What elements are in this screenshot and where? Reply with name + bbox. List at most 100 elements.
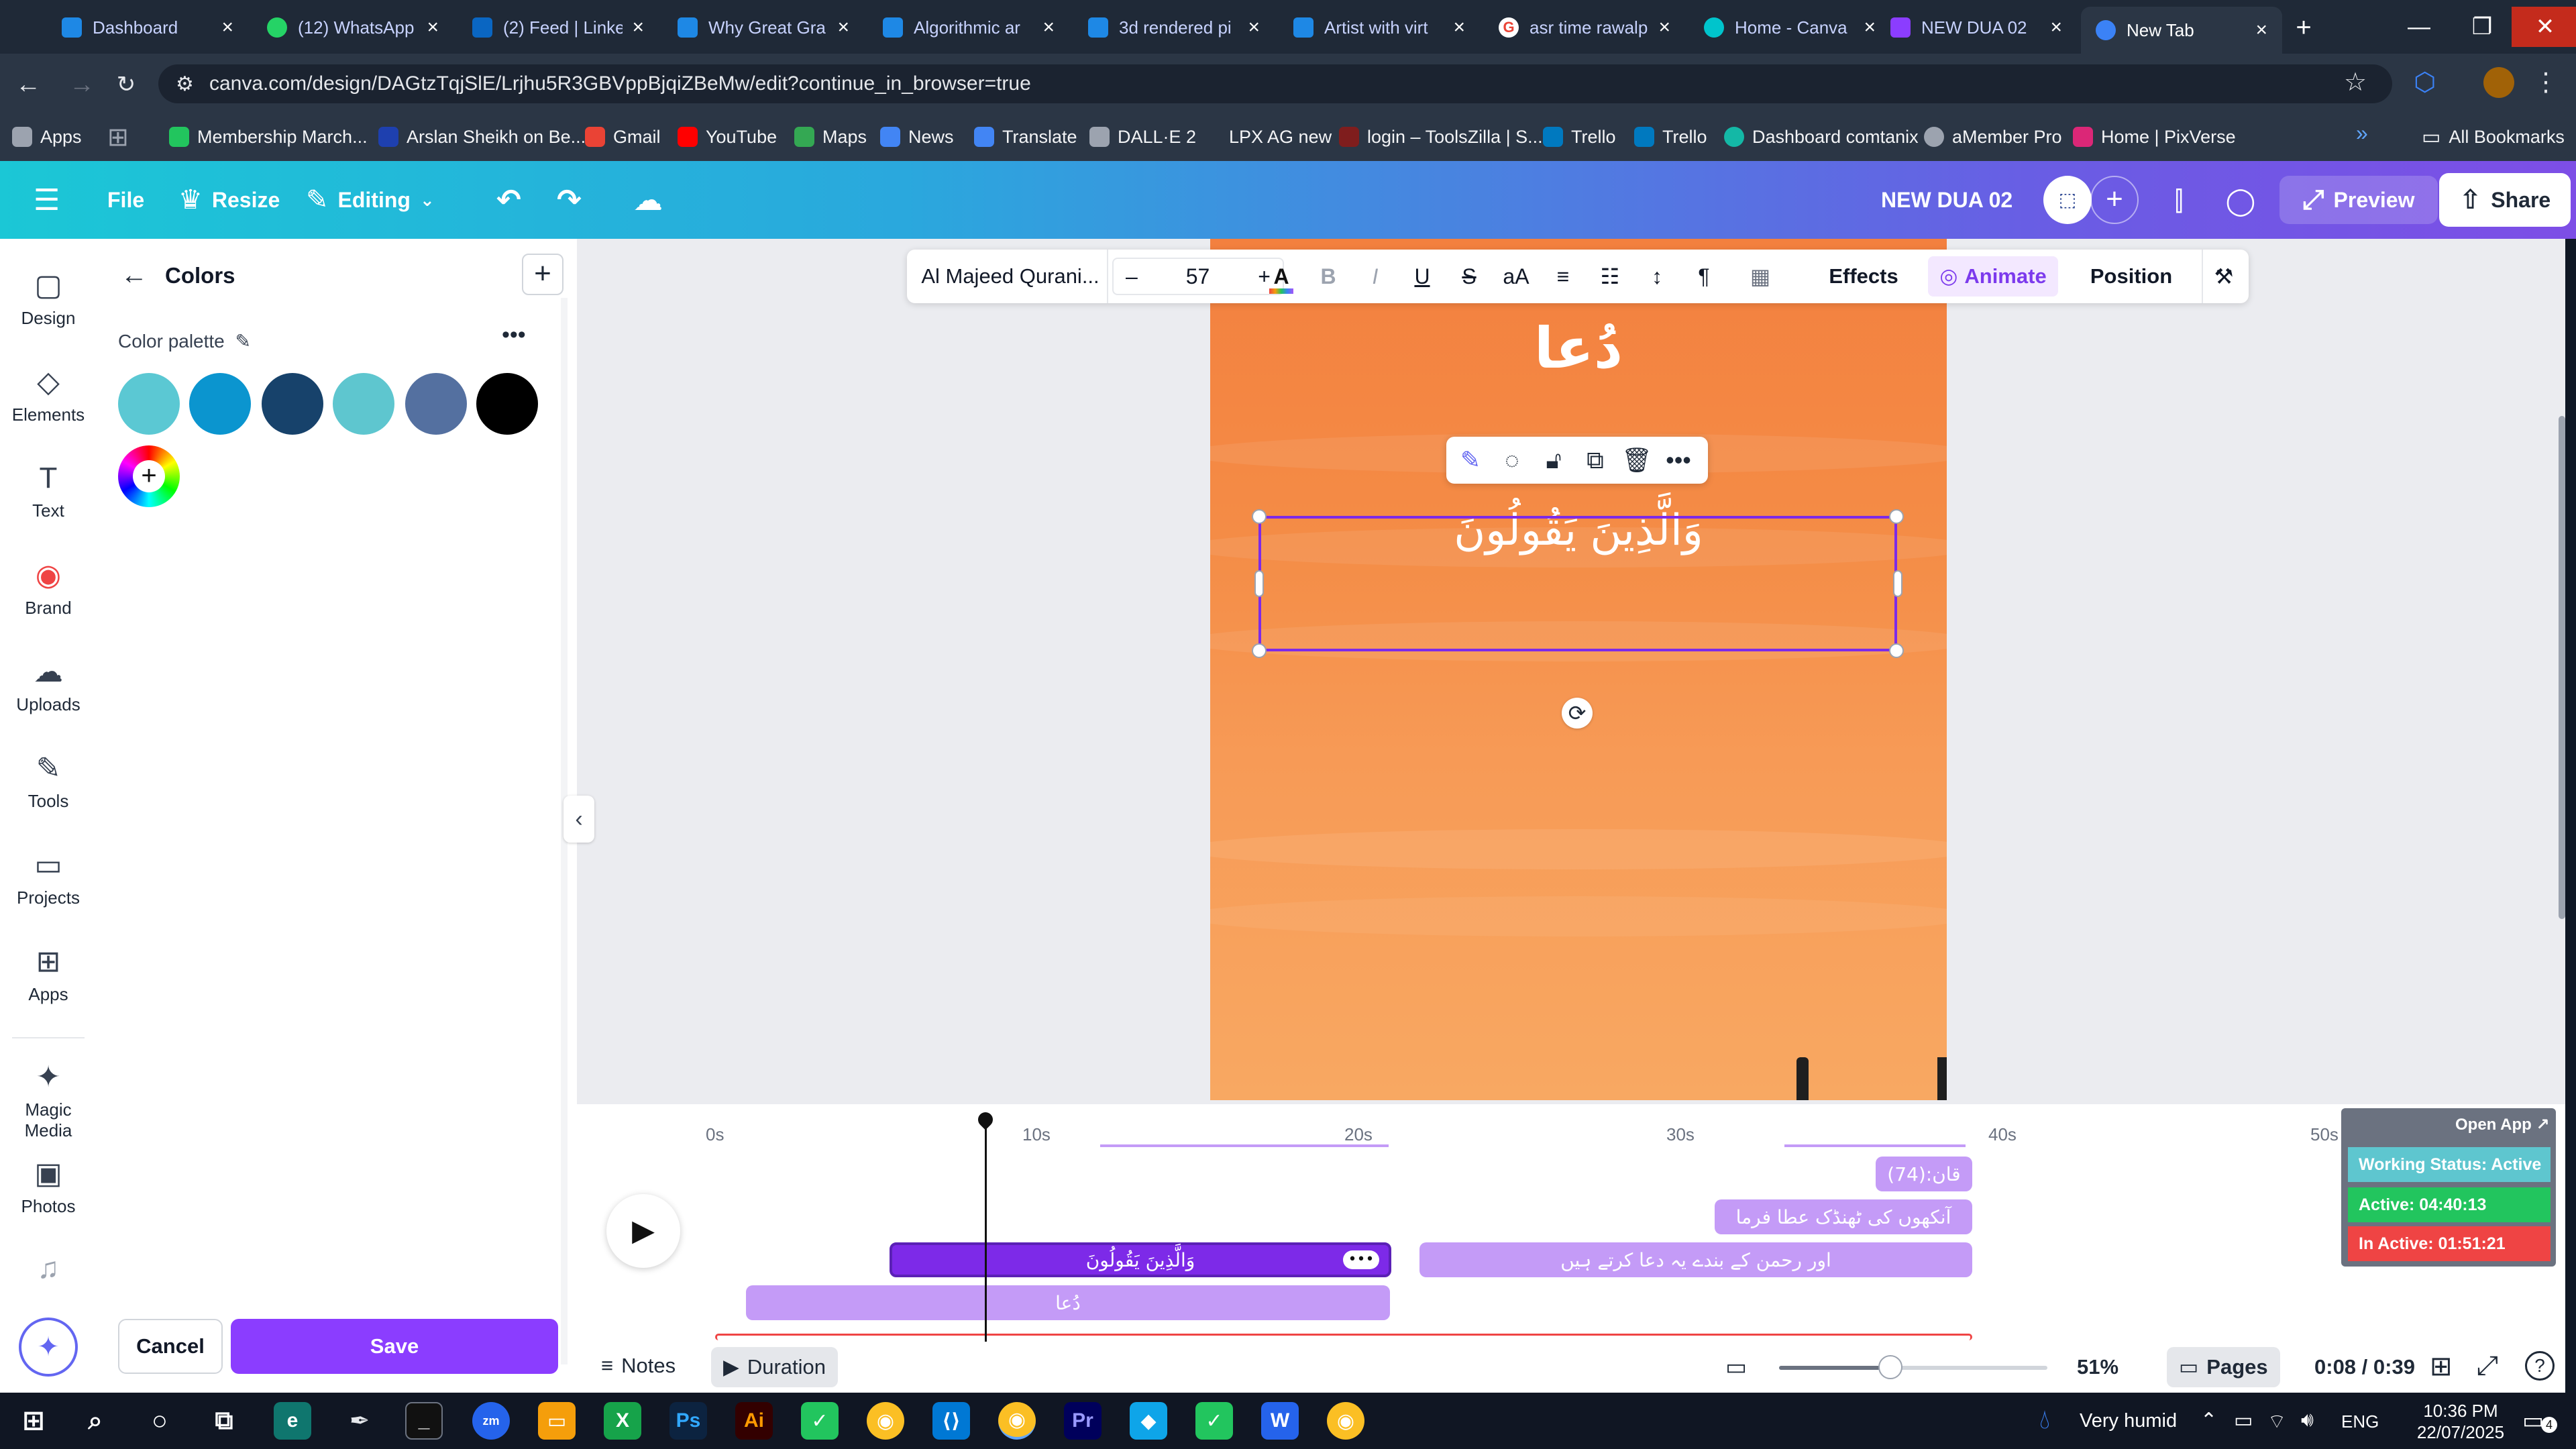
cloud-saved-icon[interactable]: ☁ [633, 176, 663, 224]
vscode-icon[interactable]: ⟨⟩ [932, 1402, 970, 1440]
profile-avatar[interactable] [2483, 67, 2514, 98]
url-text[interactable]: canva.com/design/DAGtzTqjSlE/Lrjhu5R3GBV… [209, 72, 1031, 95]
selection-box[interactable] [1258, 516, 1897, 651]
italic-icon[interactable]: I [1354, 250, 1397, 303]
reload-icon[interactable]: ↻ [111, 70, 141, 99]
file-explorer-icon[interactable]: ▭ [538, 1402, 576, 1440]
bookmark-toolszilla[interactable]: login – ToolsZilla | S... [1339, 122, 1543, 152]
close-icon[interactable]: × [632, 16, 644, 39]
wifi-icon[interactable]: ⌔ [2267, 1409, 2286, 1434]
app-diamond-icon[interactable]: ◆ [1130, 1402, 1167, 1440]
rail-item-text[interactable]: T Text [0, 462, 97, 521]
green-app-icon[interactable]: ✓ [1195, 1402, 1233, 1440]
tab-dashboard[interactable]: Dashboard × [47, 7, 248, 48]
color-swatch[interactable] [189, 373, 251, 435]
font-size-stepper[interactable]: – 57 + [1112, 258, 1284, 295]
design-page[interactable]: دُعا وَالَّذِينَ يَقُولُونَ [1210, 239, 1947, 1100]
rail-item-projects[interactable]: ▭ Projects [0, 848, 97, 908]
cancel-button[interactable]: Cancel [118, 1319, 223, 1374]
side-resize-handle[interactable] [1254, 570, 1264, 597]
back-arrow-icon[interactable]: ← [121, 260, 148, 290]
zoom-value[interactable]: 51% [2077, 1355, 2118, 1379]
duplicate-icon[interactable]: ⧉ [1574, 437, 1617, 484]
more-options-icon[interactable]: ••• [502, 322, 526, 348]
rail-item-magic-media[interactable]: ✦ Magic Media [0, 1060, 97, 1141]
align-center-icon[interactable]: ≡ [1542, 250, 1585, 303]
more-bookmarks-icon[interactable]: » [2356, 121, 2368, 146]
rail-item-uploads[interactable]: ☁ Uploads [0, 655, 97, 715]
effects-button[interactable]: Effects [1817, 250, 1911, 303]
open-app-link[interactable]: Open App ↗ [2455, 1115, 2550, 1134]
bookmark-trello-1[interactable]: Trello [1543, 122, 1616, 152]
green-app-icon[interactable]: ✓ [801, 1402, 839, 1440]
side-resize-handle[interactable] [1893, 570, 1902, 597]
magic-assistant-icon[interactable]: ✦ [19, 1318, 78, 1377]
insights-chart-icon[interactable]: ⫿ [2157, 180, 2200, 223]
photoshop-icon[interactable]: Ps [669, 1402, 707, 1440]
restore-icon[interactable]: ❐ [2449, 7, 2516, 47]
timeline-clip-selected[interactable]: وَالَّذِينَ يَقُولُونَ ••• [890, 1242, 1391, 1277]
timeline-clip[interactable]: قان:(74) [1876, 1157, 1972, 1191]
tab-whatsapp[interactable]: (12) WhatsApp × [252, 7, 453, 48]
site-info-icon[interactable]: ⚙ [176, 72, 194, 96]
close-icon[interactable]: × [1453, 16, 1465, 39]
display-icon[interactable]: ▭ [1725, 1354, 1747, 1381]
save-button[interactable]: Save [231, 1319, 558, 1374]
delete-icon[interactable]: 🗑︎ [1615, 437, 1658, 484]
chrome-active-icon[interactable]: ◉ [998, 1402, 1036, 1440]
color-swatch[interactable] [405, 373, 467, 435]
rail-item-elements[interactable]: ◇ Elements [0, 365, 97, 425]
clip-more-icon[interactable]: ••• [1343, 1250, 1379, 1269]
window-close-icon[interactable]: ✕ [2512, 7, 2576, 47]
weather-text[interactable]: Very humid [2080, 1410, 2177, 1432]
tab-new-tab[interactable]: New Tab × [2081, 7, 2282, 54]
transparency-icon[interactable]: ▦ [1739, 250, 1782, 303]
tray-chevron-icon[interactable]: ⌃ [2200, 1409, 2217, 1432]
collapse-panel-icon[interactable]: ‹ [564, 796, 594, 843]
minimize-icon[interactable]: — [2385, 7, 2453, 47]
animate-button[interactable]: ◎ Animate [1928, 256, 2058, 297]
workspace-scrollbar[interactable] [2559, 416, 2565, 919]
bookmark-lpx[interactable]: LPX AG new [1201, 122, 1332, 152]
close-icon[interactable]: × [1658, 16, 1670, 39]
spacing-icon[interactable]: ↕ [1635, 250, 1678, 303]
cortana-icon[interactable]: ○ [141, 1402, 178, 1440]
zoom-slider-thumb[interactable] [1878, 1355, 1902, 1379]
timeline-clip[interactable]: دُعا [746, 1285, 1390, 1320]
timeline-clip[interactable]: آنکھوں کی ٹھنڈک عطا فرما [1715, 1199, 1972, 1234]
duration-button[interactable]: ▶ Duration [711, 1347, 839, 1387]
chrome-taskbar-icon[interactable]: ◉ [1327, 1402, 1364, 1440]
bookmark-dashboard-comtanix[interactable]: Dashboard comtanix [1724, 122, 1919, 152]
back-arrow-icon[interactable]: ← [13, 70, 43, 99]
color-swatch[interactable] [333, 373, 394, 435]
close-icon[interactable]: × [1864, 16, 1876, 39]
close-icon[interactable]: × [2050, 16, 2062, 39]
bookmark-translate[interactable]: Translate [974, 122, 1077, 152]
rail-item-brand[interactable]: ◉ Brand [0, 558, 97, 619]
underline-icon[interactable]: U [1401, 250, 1444, 303]
bookmark-gmail[interactable]: Gmail [585, 122, 661, 152]
add-color-button[interactable]: + [522, 254, 564, 295]
language-indicator[interactable]: ENG [2341, 1411, 2379, 1432]
clock-time[interactable]: 10:36 PM [2414, 1401, 2508, 1421]
notes-button[interactable]: ≡ Notes [601, 1354, 676, 1378]
color-swatch[interactable] [262, 373, 323, 435]
bookmark-news[interactable]: News [880, 122, 954, 152]
rail-item-design[interactable]: ▢ Design [0, 268, 97, 329]
bookmark-trello-2[interactable]: Trello [1634, 122, 1707, 152]
bookmark-amember[interactable]: aMember Pro [1924, 122, 2062, 152]
magic-write-icon[interactable]: ✎ [1449, 437, 1492, 484]
zoom-app-icon[interactable]: zm [472, 1402, 510, 1440]
position-button[interactable]: Position [2074, 250, 2188, 303]
help-icon[interactable]: ? [2525, 1351, 2555, 1381]
editing-mode-dropdown[interactable]: ✎ Editing ⌄ [306, 176, 435, 224]
rail-item-tools[interactable]: ✎ Tools [0, 751, 97, 812]
tray-device-icon[interactable]: ▭ [2234, 1409, 2253, 1432]
color-swatch[interactable] [476, 373, 538, 435]
volume-icon[interactable]: 🔊︎ [2301, 1409, 2314, 1432]
windows-start-icon[interactable]: ⊞ [15, 1402, 52, 1440]
tab-algorithmic[interactable]: Algorithmic ar × [868, 7, 1069, 48]
word-icon[interactable]: W [1261, 1402, 1299, 1440]
tab-3d-rendered[interactable]: 3d rendered pi × [1073, 7, 1275, 48]
timeline-clip[interactable]: اور رحمن کے بندے یہ دعا کرتے ہیں [1419, 1242, 1972, 1277]
